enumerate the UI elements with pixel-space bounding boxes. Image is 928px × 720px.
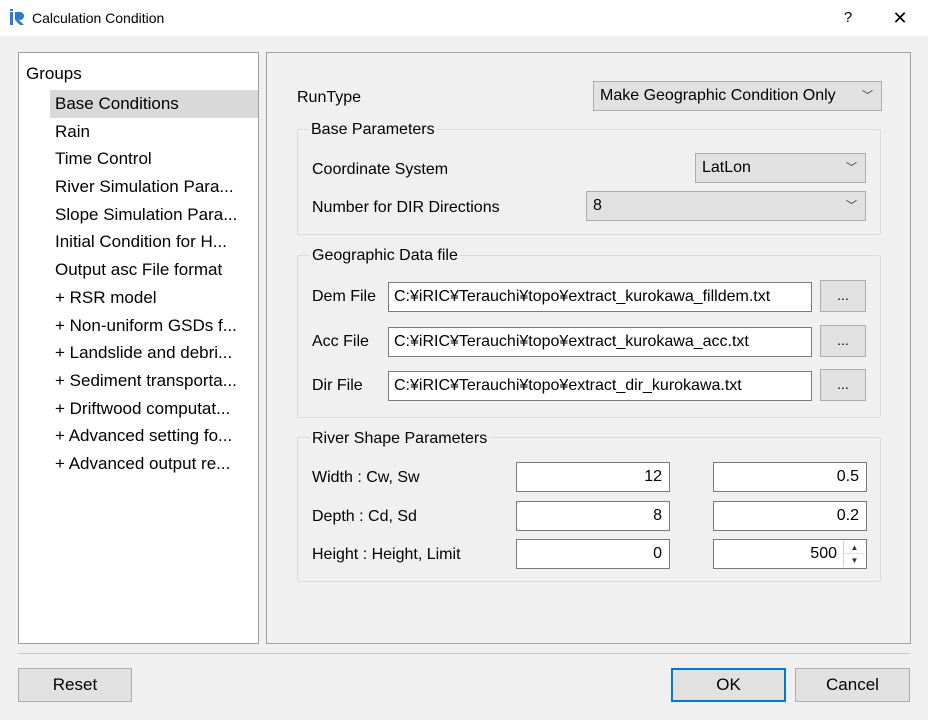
ok-button[interactable]: OK: [671, 668, 786, 702]
cancel-button[interactable]: Cancel: [795, 668, 910, 702]
tree-item-output-asc[interactable]: Output asc File format: [50, 256, 258, 284]
spin-down-icon[interactable]: ▼: [844, 554, 865, 567]
spin-up-icon[interactable]: ▲: [844, 541, 865, 554]
river-shape-title: River Shape Parameters: [310, 430, 490, 448]
dir-browse-button[interactable]: ...: [820, 369, 866, 401]
tree-item-slope-simulation[interactable]: Slope Simulation Para...: [50, 201, 258, 229]
tree-item-base-conditions[interactable]: Base Conditions: [50, 90, 258, 118]
title-bar: Calculation Condition ? ✕: [0, 0, 928, 36]
dem-file-label: Dem File: [312, 288, 377, 305]
tree-item-time-control[interactable]: Time Control: [50, 145, 258, 173]
dir-directions-combo[interactable]: 8 ﹀: [586, 191, 866, 221]
tree-item-river-simulation[interactable]: River Simulation Para...: [50, 173, 258, 201]
close-button[interactable]: ✕: [887, 6, 913, 30]
tree-item-rain[interactable]: Rain: [50, 118, 258, 146]
tree-item-driftwood[interactable]: + Driftwood computat...: [50, 395, 258, 423]
groups-list: Base Conditions Rain Time Control River …: [50, 90, 258, 478]
dir-file-label: Dir File: [312, 377, 363, 394]
tree-item-rsr-model[interactable]: + RSR model: [50, 284, 258, 312]
depth-cd-input[interactable]: 8: [516, 501, 670, 531]
limit-spinbox[interactable]: 500 ▲ ▼: [713, 539, 867, 569]
width-cw-input[interactable]: 12: [516, 462, 670, 492]
reset-button[interactable]: Reset: [18, 668, 132, 702]
acc-file-input[interactable]: C:¥iRIC¥Terauchi¥topo¥extract_kurokawa_a…: [388, 327, 812, 357]
window-title: Calculation Condition: [32, 10, 165, 26]
runtype-value: Make Geographic Condition Only: [600, 87, 836, 104]
tree-item-advanced-setting[interactable]: + Advanced setting fo...: [50, 422, 258, 450]
runtype-combo[interactable]: Make Geographic Condition Only ﹀: [593, 81, 882, 111]
iric-logo-icon: [10, 9, 24, 25]
chevron-down-icon: ﹀: [846, 162, 857, 174]
limit-spin-buttons: ▲ ▼: [843, 541, 865, 567]
dir-directions-value: 8: [593, 197, 602, 214]
tree-item-advanced-output[interactable]: + Advanced output re...: [50, 450, 258, 478]
dem-browse-button[interactable]: ...: [820, 280, 866, 312]
coordinate-system-value: LatLon: [702, 159, 751, 176]
footer-separator: [18, 653, 910, 654]
dem-file-input[interactable]: C:¥iRIC¥Terauchi¥topo¥extract_kurokawa_f…: [388, 282, 812, 312]
chevron-down-icon: ﹀: [862, 90, 873, 102]
acc-file-label: Acc File: [312, 333, 369, 350]
tree-item-sediment-transport[interactable]: + Sediment transporta...: [50, 367, 258, 395]
width-label: Width : Cw, Sw: [312, 469, 420, 486]
settings-panel: RunType Make Geographic Condition Only ﹀…: [266, 52, 911, 644]
tree-item-non-uniform-gsds[interactable]: + Non-uniform GSDs f...: [50, 312, 258, 340]
chevron-down-icon: ﹀: [846, 200, 857, 212]
help-button[interactable]: ?: [836, 6, 860, 30]
base-parameters-title: Base Parameters: [309, 121, 437, 139]
tree-item-initial-condition[interactable]: Initial Condition for H...: [50, 228, 258, 256]
runtype-label: RunType: [297, 89, 362, 106]
tree-item-landslide[interactable]: + Landslide and debri...: [50, 339, 258, 367]
depth-sd-input[interactable]: 0.2: [713, 501, 867, 531]
coordinate-system-combo[interactable]: LatLon ﹀: [695, 153, 866, 183]
acc-browse-button[interactable]: ...: [820, 325, 866, 357]
groups-header: Groups: [26, 64, 82, 83]
geographic-data-title: Geographic Data file: [310, 247, 460, 265]
height-input[interactable]: 0: [516, 539, 670, 569]
coordinate-system-label: Coordinate System: [312, 161, 449, 178]
depth-label: Depth : Cd, Sd: [312, 508, 417, 525]
dir-directions-label: Number for DIR Directions: [312, 199, 500, 216]
dir-file-input[interactable]: C:¥iRIC¥Terauchi¥topo¥extract_dir_kuroka…: [388, 371, 812, 401]
limit-value: 500: [810, 545, 837, 562]
groups-tree: Groups Base Conditions Rain Time Control…: [18, 52, 259, 644]
width-sw-input[interactable]: 0.5: [713, 462, 867, 492]
height-label: Height : Height, Limit: [312, 546, 461, 563]
close-icon: ✕: [892, 8, 908, 28]
